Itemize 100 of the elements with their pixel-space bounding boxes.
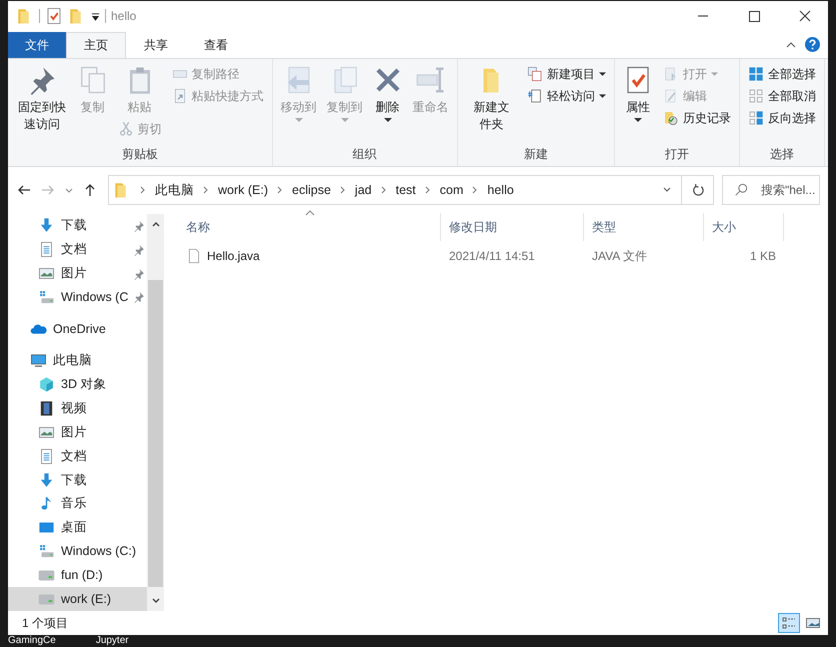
- caret-icon: [384, 118, 392, 123]
- caret-icon: [599, 72, 606, 76]
- nav-item[interactable]: 图片: [8, 420, 147, 444]
- drive-icon: [38, 288, 55, 306]
- download-icon: [38, 217, 55, 234]
- film-icon: [38, 400, 55, 418]
- pin-icon[interactable]: [133, 244, 145, 256]
- ribbon-button[interactable]: 删除: [368, 63, 407, 125]
- breadcrumb[interactable]: jad: [354, 183, 372, 197]
- pin-icon[interactable]: [133, 220, 145, 232]
- dropdown-icon[interactable]: [91, 12, 100, 20]
- item-count: 1 个项目: [22, 614, 68, 632]
- nav-item[interactable]: 音乐: [8, 492, 147, 516]
- grid-icon: [748, 66, 764, 82]
- properties-icon[interactable]: [45, 7, 63, 25]
- chevron-icon[interactable]: [380, 186, 387, 194]
- details-view-icon: [781, 615, 797, 631]
- chevron-icon[interactable]: [277, 186, 283, 194]
- ribbon-button[interactable]: 历史记录: [659, 107, 736, 129]
- group-label: 新建: [522, 146, 549, 163]
- address-bar[interactable]: 此电脑 work (E:) eclipse jad test com hello: [108, 175, 714, 205]
- ribbon-button[interactable]: 全部取消: [744, 85, 820, 107]
- refresh-icon[interactable]: [691, 182, 706, 198]
- search-field[interactable]: 搜索"hel...: [722, 175, 820, 205]
- chevron-icon[interactable]: [340, 186, 346, 194]
- nav-item[interactable]: 下载: [8, 214, 147, 238]
- nav-item[interactable]: 图片: [8, 262, 147, 286]
- ribbon-button[interactable]: 新建项目: [523, 63, 610, 85]
- chevron-icon[interactable]: [140, 186, 146, 194]
- nav-item[interactable]: 视频: [8, 396, 147, 420]
- breadcrumb[interactable]: eclipse: [292, 183, 331, 197]
- ribbon-button[interactable]: 轻松访问: [523, 85, 610, 107]
- sort-indicator-icon: [305, 210, 315, 216]
- caret-icon: [294, 118, 303, 123]
- grid-icon: [748, 88, 764, 104]
- page-icon: [527, 88, 544, 104]
- breadcrumb[interactable]: 此电脑: [155, 182, 194, 198]
- pin-icon[interactable]: [133, 291, 145, 304]
- details-view-button[interactable]: [778, 613, 800, 633]
- drive-icon: [38, 542, 55, 560]
- nav-item[interactable]: 文档: [8, 444, 147, 468]
- picture-view-icon: [805, 615, 821, 631]
- chevron-icon[interactable]: [472, 186, 478, 194]
- caret-icon: [340, 118, 349, 123]
- table-cell: 2021/4/11 14:51: [449, 249, 535, 263]
- caret-icon: [599, 94, 606, 98]
- breadcrumb[interactable]: com: [440, 183, 464, 197]
- desktop-icon-label[interactable]: GamingCe: [8, 635, 56, 647]
- ribbon-tab[interactable]: 文件: [8, 32, 66, 58]
- nav-item[interactable]: 文档: [8, 238, 147, 262]
- nav-item[interactable]: 下载: [8, 468, 147, 492]
- scissors-icon: [118, 121, 134, 137]
- search-icon: [734, 183, 748, 197]
- download-icon: [38, 472, 55, 489]
- group-label: 选择: [769, 146, 796, 163]
- ribbon-tab[interactable]: 查看: [186, 32, 246, 58]
- ribbon-button[interactable]: 全部选择: [744, 63, 820, 85]
- scrollbar[interactable]: [147, 214, 164, 611]
- column-header[interactable]: 类型: [584, 213, 704, 241]
- column-header[interactable]: 大小: [704, 213, 784, 241]
- nav-item[interactable]: Windows (C:): [8, 540, 147, 564]
- window-title: hello: [111, 9, 136, 23]
- group-label: 组织: [352, 146, 378, 163]
- file-row[interactable]: Hello.java 2021/4/11 14:51 JAVA 文件 1 KB: [178, 245, 828, 267]
- nav-item[interactable]: fun (D:): [8, 563, 147, 588]
- ribbon-button[interactable]: 新建文件夹: [462, 63, 522, 135]
- nav-item[interactable]: work (E:): [8, 587, 147, 611]
- desktop-icon-label[interactable]: Jupyter: [96, 635, 129, 647]
- history-icon: [663, 110, 680, 126]
- table-cell: Hello.java: [207, 249, 260, 263]
- chevron-icon[interactable]: [424, 186, 431, 194]
- scrollbar-thumb[interactable]: [148, 280, 163, 587]
- table-cell: JAVA 文件: [592, 248, 647, 264]
- ribbon-button[interactable]: 反向选择: [744, 107, 820, 129]
- nav-item[interactable]: 此电脑: [8, 349, 147, 373]
- nav-item[interactable]: 3D 对象: [8, 372, 147, 397]
- chevron-icon[interactable]: [203, 186, 209, 194]
- file-icon: [186, 248, 202, 264]
- pin-icon[interactable]: [133, 268, 145, 280]
- column-header[interactable]: 名称: [178, 213, 441, 241]
- document-icon: [38, 241, 55, 258]
- column-header[interactable]: 修改日期: [441, 213, 584, 241]
- breadcrumb[interactable]: hello: [487, 183, 514, 197]
- nav-item[interactable]: 桌面: [8, 516, 147, 540]
- new-item-icon: [527, 66, 544, 82]
- help-icon[interactable]: [805, 37, 820, 52]
- ribbon-tab[interactable]: 共享: [126, 32, 186, 58]
- ribbon-button[interactable]: 固定到快速访问: [12, 63, 72, 135]
- ribbon-button[interactable]: 属性: [619, 63, 658, 125]
- group-label: 打开: [664, 146, 690, 163]
- table-cell: 1 KB: [750, 249, 776, 263]
- nav-item[interactable]: Windows (C: [8, 285, 147, 310]
- breadcrumb[interactable]: work (E:): [218, 183, 268, 197]
- caret-icon: [634, 118, 642, 123]
- ribbon-tab[interactable]: 主页: [66, 32, 126, 58]
- nav-item[interactable]: OneDrive: [8, 317, 147, 342]
- breadcrumb[interactable]: test: [396, 183, 416, 197]
- caret-icon: [711, 72, 718, 76]
- document-icon: [38, 448, 55, 465]
- cube-icon: [38, 376, 55, 394]
